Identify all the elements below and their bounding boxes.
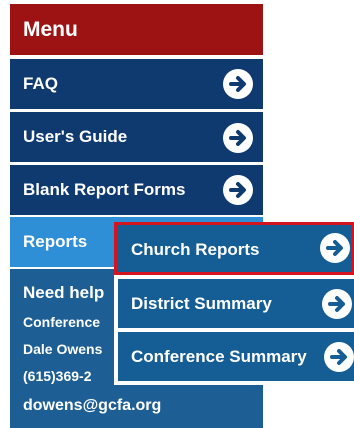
arrow-right-circle-icon	[223, 123, 253, 153]
arrow-right-circle-icon	[320, 233, 350, 263]
menu-header: Menu	[10, 4, 263, 55]
help-line-conference: Conference	[23, 314, 101, 330]
nav-item-blank-report-forms[interactable]: Blank Report Forms	[10, 165, 263, 215]
submenu-item-district-summary[interactable]: District Summary	[118, 279, 354, 328]
arrow-right-circle-icon	[322, 289, 352, 319]
submenu-item-church-reports[interactable]: Church Reports	[114, 222, 354, 275]
help-line-phone: (615)369-2	[23, 368, 92, 384]
submenu-item-label: Church Reports	[131, 240, 260, 259]
arrow-right-circle-icon	[223, 175, 253, 205]
arrow-right-circle-icon	[223, 69, 253, 99]
help-title: Need help	[23, 283, 105, 302]
arrow-right-circle-icon	[324, 342, 354, 372]
submenu-item-conference-summary[interactable]: Conference Summary	[118, 332, 354, 381]
help-email-link[interactable]: dowens@gcfa.org	[23, 397, 161, 415]
submenu-item-label: Conference Summary	[131, 347, 307, 366]
nav-item-faq[interactable]: FAQ	[10, 59, 263, 109]
reports-submenu: Church Reports District Summary Conferen…	[114, 222, 354, 385]
nav-item-label: Reports	[23, 232, 88, 251]
help-line-contact-name: Dale Owens	[23, 341, 103, 357]
nav-item-users-guide[interactable]: User's Guide	[10, 112, 263, 162]
nav-item-label: User's Guide	[23, 127, 128, 146]
submenu-item-label: District Summary	[131, 294, 272, 313]
nav-item-label: FAQ	[23, 74, 58, 93]
nav-item-label: Blank Report Forms	[23, 180, 186, 199]
